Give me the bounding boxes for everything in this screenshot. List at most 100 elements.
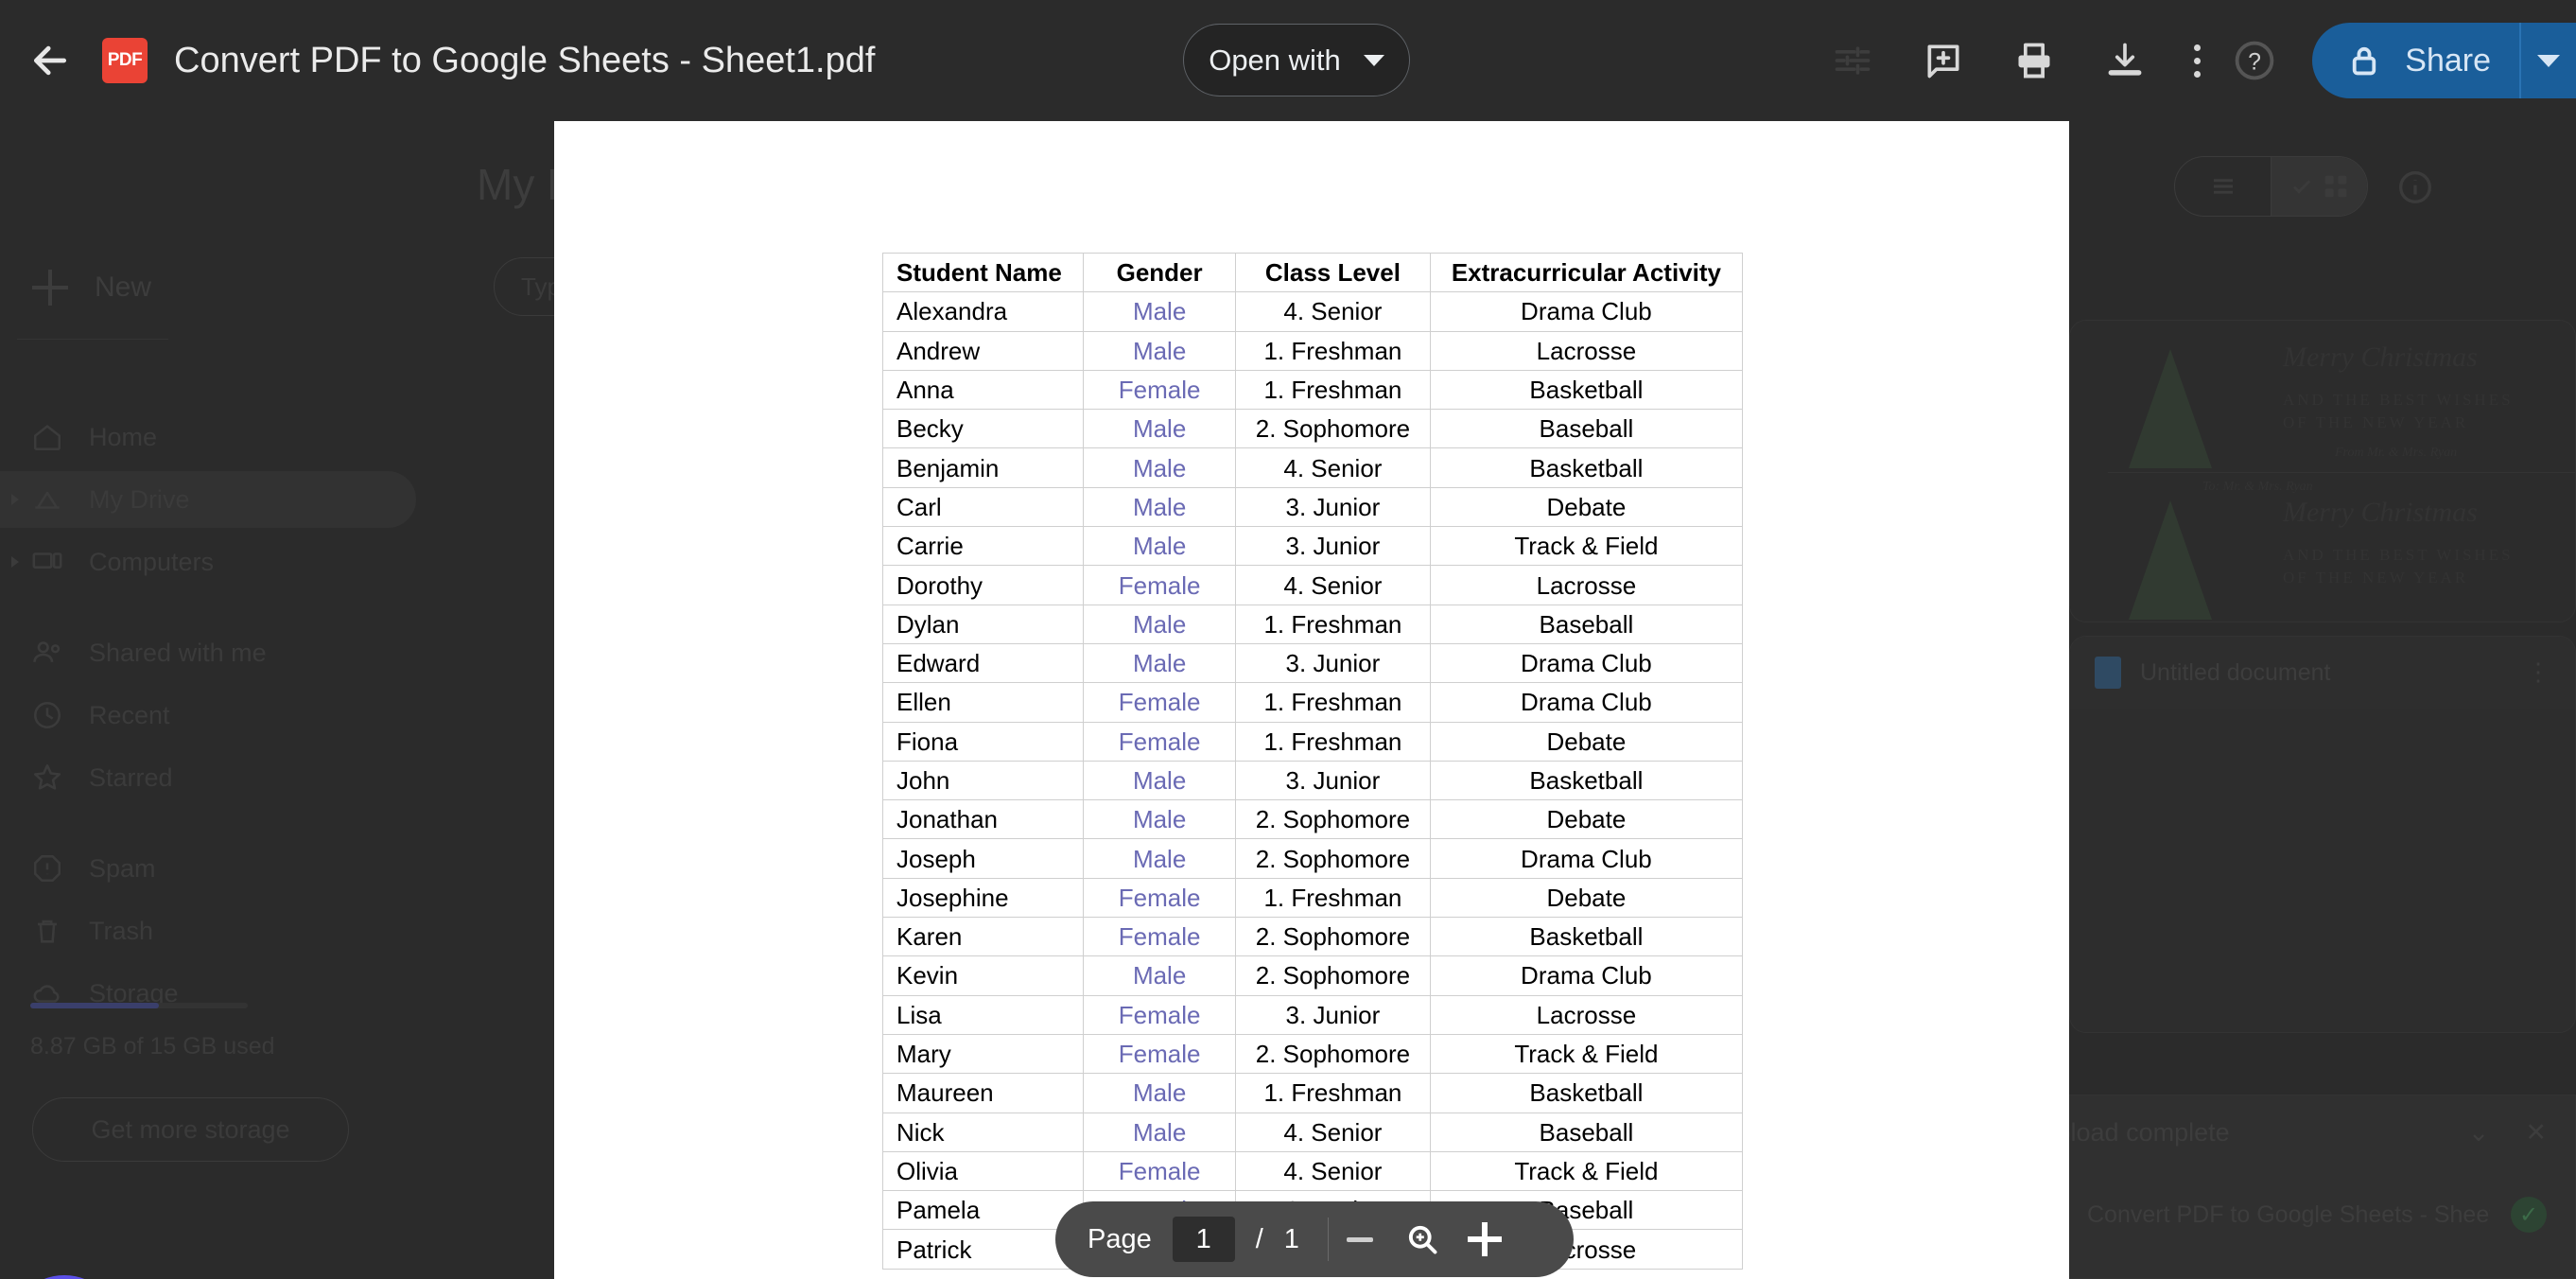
table-row: Edward Male 3. Junior Drama Club [881, 642, 1744, 684]
cell-class-level: 2. Sophomore [1235, 409, 1431, 449]
tune-button[interactable] [1807, 15, 1898, 106]
list-view-icon [2213, 179, 2233, 194]
sidebar-item-my-drive[interactable]: My Drive [0, 471, 416, 528]
sidebar-item-label: Starred [89, 762, 173, 792]
open-with-button[interactable]: Open with [1183, 24, 1410, 96]
cell-class-level: 4. Senior [1235, 447, 1431, 488]
cell-student-name: Alexandra [881, 291, 1085, 332]
sidebar-item-recent[interactable]: Recent [0, 687, 416, 744]
get-more-storage-button[interactable]: Get more storage [32, 1097, 349, 1162]
cell-class-level: 3. Junior [1235, 760, 1431, 801]
plus-icon [32, 270, 68, 306]
cell-gender: Female [1083, 565, 1237, 605]
sidebar-item-storage[interactable]: Storage [0, 965, 416, 1022]
gemini-fab-button[interactable] [8, 1275, 121, 1279]
table-row: Dylan Male 1. Freshman Baseball [881, 604, 1744, 644]
dot [2193, 44, 2201, 51]
help-icon: ? [2235, 41, 2274, 80]
cell-class-level: 2. Sophomore [1235, 799, 1431, 840]
xmas-greeting: Merry Christmas [2283, 342, 2478, 373]
print-button[interactable] [1989, 15, 2080, 106]
dot [2193, 57, 2201, 64]
new-button[interactable]: New [32, 270, 151, 306]
cell-class-level: 4. Senior [1235, 1112, 1431, 1152]
expand-caret-icon[interactable] [11, 556, 19, 568]
cell-activity: Lacrosse [1429, 994, 1744, 1035]
add-comment-icon [1927, 44, 1959, 79]
card-thumbnail-christmas[interactable]: Merry Christmas AND THE BEST WISHES OF T… [2069, 320, 2576, 622]
info-button[interactable] [2396, 168, 2434, 206]
help-button[interactable]: ? [2223, 15, 2286, 106]
share-dropdown-button[interactable] [2519, 23, 2576, 98]
sidebar-item-home[interactable]: Home [0, 409, 416, 465]
xmas-signature: From Mr. & Mrs. Ryan [2335, 446, 2458, 460]
back-arrow-icon [33, 45, 67, 76]
cell-gender: Female [1083, 721, 1237, 762]
cell-class-level: 4. Senior [1235, 291, 1431, 332]
view-toggle[interactable] [2174, 156, 2368, 217]
add-comment-button[interactable] [1898, 15, 1989, 106]
cell-activity: Debate [1429, 799, 1744, 840]
cell-gender: Female [1083, 682, 1237, 723]
pdf-file-type-badge: PDF [102, 38, 148, 83]
cell-gender: Female [1083, 917, 1237, 957]
more-options-button[interactable] [2170, 15, 2223, 106]
pdf-badge-label: PDF [107, 50, 143, 70]
magnifier-icon [1408, 1225, 1437, 1254]
card-title: Untitled document [2140, 658, 2331, 686]
print-icon [2018, 43, 2050, 79]
zoom-fit-button[interactable] [1391, 1208, 1453, 1270]
cell-gender: Female [1083, 877, 1237, 919]
zoom-out-minus-icon [1346, 1236, 1373, 1242]
sidebar-item-shared-with-me[interactable]: Shared with me [0, 624, 416, 681]
download-button[interactable] [2080, 15, 2170, 106]
grid-view-button[interactable] [2271, 157, 2367, 216]
cell-class-level: 2. Sophomore [1235, 838, 1431, 879]
cell-activity: Debate [1429, 486, 1744, 528]
list-view-button[interactable] [2175, 157, 2271, 216]
cell-student-name: John [881, 760, 1085, 801]
cell-activity: Baseball [1429, 1112, 1744, 1152]
sidebar-item-label: Computers [89, 547, 215, 576]
chevron-down-icon[interactable]: ⌄ [2468, 1118, 2490, 1148]
spam-icon [30, 851, 64, 885]
cell-gender: Male [1083, 291, 1237, 332]
sidebar-item-starred[interactable]: Starred [0, 749, 416, 806]
cell-class-level: 2. Sophomore [1235, 1033, 1431, 1075]
zoom-in-button[interactable] [1453, 1208, 1516, 1270]
cell-activity: Lacrosse [1429, 330, 1744, 371]
table-row: John Male 3. Junior Basketball [881, 760, 1744, 801]
sidebar-item-spam[interactable]: Spam [0, 840, 416, 897]
card-more-options-icon[interactable]: ⋮ [2526, 660, 2550, 684]
cell-student-name: Carrie [881, 526, 1085, 567]
back-button[interactable] [21, 31, 79, 90]
xmas-line1: AND THE BEST WISHES [2283, 391, 2514, 409]
cell-class-level: 3. Junior [1235, 526, 1431, 567]
sidebar-item-trash[interactable]: Trash [0, 902, 416, 959]
table-row: Mary Female 2. Sophomore Track & Field [881, 1033, 1744, 1075]
card-untitled-document[interactable]: Untitled document ⋮ [2069, 636, 2576, 1033]
cell-class-level: 1. Freshman [1235, 330, 1431, 371]
cell-activity: Lacrosse [1429, 565, 1744, 605]
lock-icon [2353, 46, 2376, 76]
upload-complete-toast: Upload complete ⌄ ✕ Convert PDF to Googl… [2009, 1095, 2576, 1279]
cell-student-name: Maureen [881, 1073, 1085, 1113]
share-button[interactable]: Share [2312, 23, 2519, 98]
cell-student-name: Fiona [881, 721, 1085, 762]
zoom-out-button[interactable] [1329, 1208, 1391, 1270]
xmas-to: To: Mr. & Mrs. Ryan [2202, 480, 2313, 494]
expand-caret-icon[interactable] [11, 494, 19, 505]
close-icon[interactable]: ✕ [2525, 1118, 2547, 1148]
table-row: Ellen Female 1. Freshman Drama Club [881, 682, 1744, 723]
page-number-input[interactable]: 1 [1172, 1217, 1235, 1262]
sidebar-item-label: My Drive [89, 484, 190, 514]
page-separator: / [1255, 1223, 1263, 1254]
cell-gender: Male [1083, 1073, 1237, 1113]
christmas-card-thumb: Merry Christmas AND THE BEST WISHES OF T… [2070, 321, 2575, 622]
storage-usage-text: 8.87 GB of 15 GB used [30, 1033, 275, 1060]
sidebar-item-computers[interactable]: Computers [0, 534, 416, 590]
cell-gender: Male [1083, 955, 1237, 996]
sidebar-divider [17, 339, 168, 340]
cell-student-name: Lisa [881, 994, 1085, 1035]
top-bar-actions: ? Share [1807, 15, 2576, 106]
